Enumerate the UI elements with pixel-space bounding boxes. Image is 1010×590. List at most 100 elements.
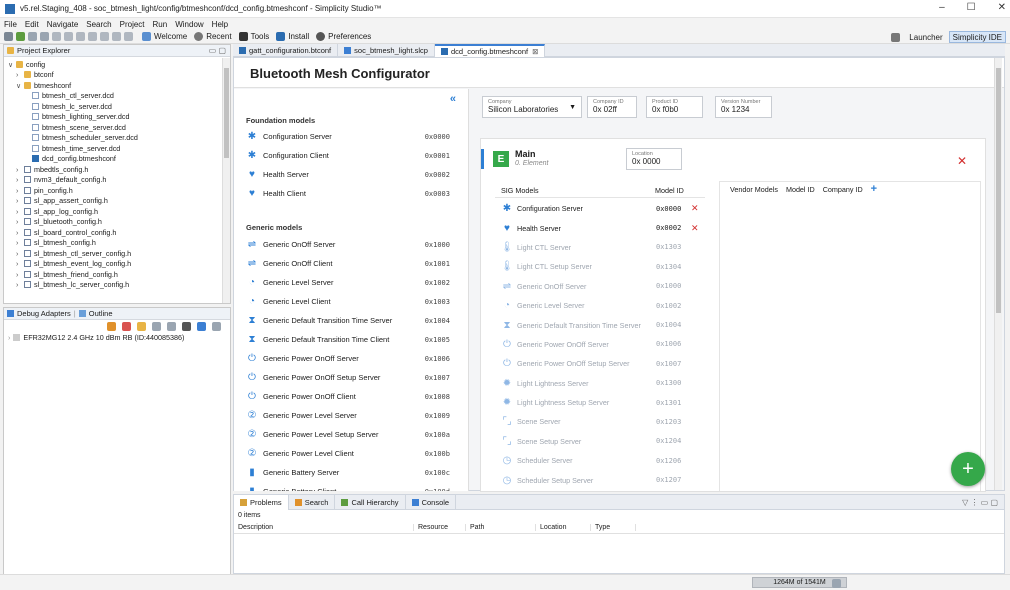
sig-model-row[interactable]: ⌜⌟ Scene Setup Server 0x1204 [501, 432, 711, 451]
product-id-field[interactable]: Product ID 0x f0b0 [646, 96, 703, 118]
install-icon[interactable] [276, 32, 286, 41]
model-list-item[interactable]: ② Generic Power Level Server 0x1009 [246, 406, 466, 425]
sig-model-row[interactable]: ⧗ Generic Default Transition Time Server 0… [501, 315, 711, 334]
save-all-icon[interactable] [40, 32, 49, 41]
tab-gatt-configuration[interactable]: gatt_configuration.btconf [233, 43, 339, 57]
model-list-item[interactable]: ♥ Health Server 0x0002 [246, 165, 466, 184]
tree-item[interactable]: ∨ config [4, 59, 230, 70]
expand-toggle-icon[interactable]: › [16, 196, 24, 205]
tree-item[interactable]: btmesh_lighting_server.dcd [4, 112, 230, 123]
expand-toggle-icon[interactable]: › [16, 249, 24, 258]
tree-item[interactable]: btmesh_time_server.dcd [4, 143, 230, 154]
sig-model-row[interactable]: ✱ Configuration Server 0x0000 ✕ [501, 199, 711, 218]
company-id-field[interactable]: Company ID 0x 02ff [587, 96, 637, 118]
sig-model-row[interactable]: ✹ Light Lightness Setup Server 0x1301 [501, 393, 711, 412]
model-list-item[interactable]: ⧗ Generic Default Transition Time Server 0… [246, 311, 466, 330]
tree-item[interactable]: › sl_btmesh_config.h [4, 238, 230, 249]
sig-model-row[interactable]: 🌡 Light CTL Setup Server 0x1304 [501, 257, 711, 276]
sig-model-row[interactable]: ◷ Scheduler Server 0x1206 [501, 451, 711, 470]
sig-model-row[interactable]: ⏻ Generic Power OnOff Server 0x1006 [501, 335, 711, 354]
sig-model-row[interactable]: ⌜⌟ Scene Server 0x1203 [501, 412, 711, 431]
expand-toggle-icon[interactable]: › [16, 217, 24, 226]
view-menu-icon[interactable]: ▭ ▢ [209, 46, 226, 55]
menu-project[interactable]: Project [120, 20, 145, 29]
tools-icon[interactable] [182, 321, 191, 331]
model-list-item[interactable]: ⇌ Generic OnOff Client 0x1001 [246, 254, 466, 273]
expand-toggle-icon[interactable]: › [16, 280, 24, 289]
tree-item[interactable]: › sl_app_log_config.h [4, 206, 230, 217]
menu-run[interactable]: Run [153, 20, 168, 29]
model-list-item[interactable]: ▮ Generic Battery Client 0x100d [246, 482, 466, 491]
remove-model-icon[interactable]: ✕ [691, 203, 699, 214]
save-icon[interactable] [28, 32, 37, 41]
tree-item[interactable]: › btconf [4, 70, 230, 81]
run-icon[interactable] [64, 32, 73, 41]
expand-toggle-icon[interactable]: › [16, 165, 24, 174]
expand-toggle-icon[interactable]: › [16, 186, 24, 195]
close-tab-icon[interactable]: ⊠ [532, 47, 538, 56]
scrollbar-thumb[interactable] [996, 68, 1001, 313]
outline-tab[interactable]: Outline [89, 309, 113, 318]
maximize-button[interactable]: ☐ [967, 2, 976, 13]
preferences-icon[interactable] [316, 32, 326, 41]
expand-toggle-icon[interactable]: ∨ [8, 60, 16, 69]
disconnect-icon[interactable] [122, 321, 131, 331]
tab-console[interactable]: Console [406, 494, 457, 510]
tree-scrollbar[interactable] [222, 58, 230, 303]
sig-model-row[interactable]: ⏻ Generic Power OnOff Setup Server 0x1007 [501, 354, 711, 373]
debug-adapters-tab[interactable]: Debug Adapters [17, 309, 71, 318]
menu-navigate[interactable]: Navigate [47, 20, 79, 29]
welcome-button[interactable]: Welcome [154, 32, 187, 41]
column-type[interactable]: Type [591, 523, 636, 531]
menu-search[interactable]: Search [86, 20, 111, 29]
sig-model-row[interactable]: ◔ Generic Level Server 0x1002 [501, 296, 711, 315]
menu-file[interactable]: File [4, 20, 17, 29]
model-list-item[interactable]: ⧗ Generic Default Transition Time Client 0… [246, 330, 466, 349]
add-element-button[interactable]: + [951, 452, 985, 486]
expand-toggle-icon[interactable]: › [16, 228, 24, 237]
tree-item[interactable]: btmesh_lc_server.dcd [4, 101, 230, 112]
gc-icon[interactable] [832, 579, 841, 588]
expand-toggle-icon[interactable]: › [16, 70, 24, 79]
forward-icon[interactable] [124, 32, 133, 41]
sig-model-row[interactable]: ✹ Light Lightness Server 0x1300 [501, 374, 711, 393]
debug-icon[interactable] [16, 32, 25, 41]
tree-item[interactable]: › mbedtls_config.h [4, 164, 230, 175]
model-list-item[interactable]: ② Generic Power Level Client 0x100b [246, 444, 466, 463]
tab-slcp[interactable]: soc_btmesh_light.slcp [338, 43, 435, 57]
prev-annotation-icon[interactable] [100, 32, 109, 41]
tree-item[interactable]: › sl_bluetooth_config.h [4, 217, 230, 228]
column-path[interactable]: Path [466, 523, 536, 531]
sig-model-row[interactable]: ♥ Health Server 0x0002 ✕ [501, 218, 711, 237]
scrollbar-thumb[interactable] [224, 68, 229, 158]
remove-model-icon[interactable]: ✕ [691, 223, 699, 234]
editor-scrollbar[interactable] [994, 58, 1002, 490]
expand-toggle-icon[interactable]: › [16, 259, 24, 268]
tree-item[interactable]: btmesh_scene_server.dcd [4, 122, 230, 133]
tab-dcd-config[interactable]: dcd_config.btmeshconf ⊠ [434, 43, 546, 57]
version-number-field[interactable]: Version Number 0x 1234 [715, 96, 772, 118]
tree-item[interactable]: dcd_config.btmeshconf [4, 154, 230, 165]
expand-icon[interactable]: › [8, 333, 10, 342]
tab-call-hierarchy[interactable]: Call Hierarchy [335, 494, 406, 510]
home-icon[interactable] [142, 32, 151, 41]
tree-item[interactable]: › sl_btmesh_lc_server_config.h [4, 280, 230, 291]
folder-icon[interactable] [137, 321, 146, 331]
model-list-item[interactable]: ⇌ Generic OnOff Server 0x1000 [246, 235, 466, 254]
install-button[interactable]: Install [288, 32, 309, 41]
column-resource[interactable]: Resource [414, 523, 466, 531]
launcher-button[interactable]: Launcher [909, 33, 942, 42]
tab-search[interactable]: Search [289, 494, 336, 510]
menu-edit[interactable]: Edit [25, 20, 39, 29]
sig-model-row[interactable]: ◷ Scheduler Setup Server 0x1207 [501, 470, 711, 489]
expand-toggle-icon[interactable]: › [16, 238, 24, 247]
close-button[interactable]: ✕ [998, 2, 1006, 13]
menu-window[interactable]: Window [175, 20, 203, 29]
preferences-button[interactable]: Preferences [328, 32, 371, 41]
model-list-item[interactable]: ⏻ Generic Power OnOff Server 0x1006 [246, 349, 466, 368]
model-list-item[interactable]: ▮ Generic Battery Server 0x100c [246, 463, 466, 482]
search-icon[interactable] [76, 32, 85, 41]
tree-item[interactable]: › pin_config.h [4, 185, 230, 196]
column-location[interactable]: Location [536, 523, 591, 531]
tree-item[interactable]: › sl_btmesh_ctl_server_config.h [4, 248, 230, 259]
